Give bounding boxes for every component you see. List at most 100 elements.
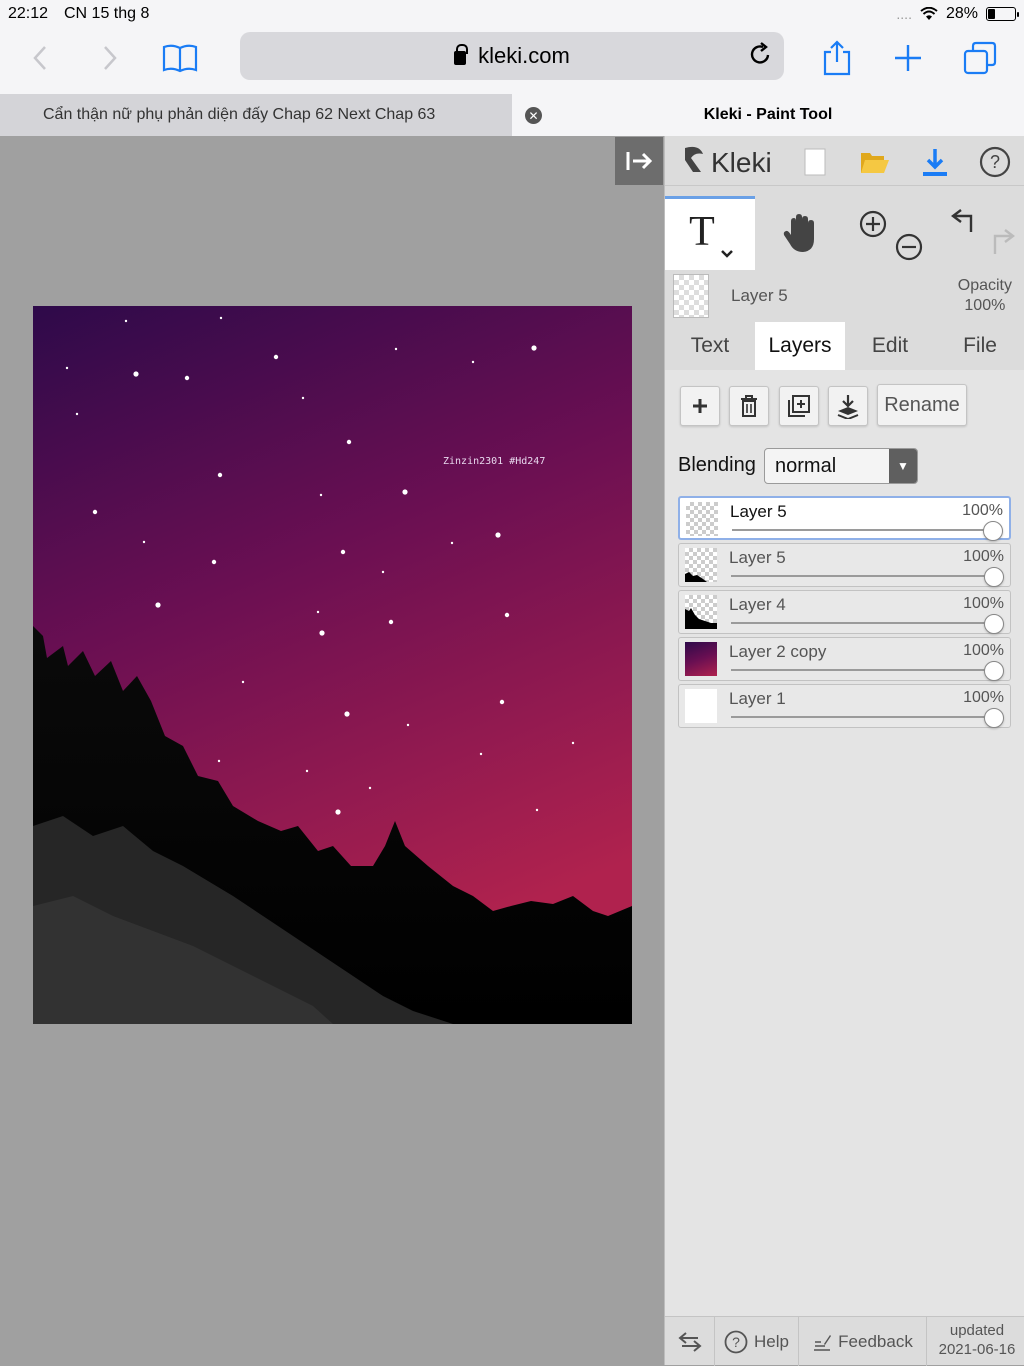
status-right: .... 28% (896, 5, 1019, 23)
new-image-button[interactable] (795, 142, 835, 182)
blending-select[interactable]: normal ▼ (764, 448, 918, 484)
layer-row[interactable]: Layer 2 copy 100% (678, 637, 1011, 681)
star (368, 786, 372, 790)
tab-title: Cẩn thận nữ phụ phản diện đấy Chap 62 Ne… (43, 106, 436, 123)
layer-name: Layer 2 copy (729, 642, 827, 661)
opacity-slider-track[interactable] (731, 669, 994, 671)
feedback-link[interactable]: Feedback (799, 1317, 927, 1366)
new-tab-button[interactable] (886, 36, 930, 80)
tab-file[interactable]: File (935, 322, 1024, 370)
tabs-overview-button[interactable] (958, 36, 1002, 80)
star (471, 360, 475, 364)
swap-icon (677, 1331, 702, 1352)
share-button[interactable] (815, 36, 859, 80)
layer-row[interactable]: Layer 5 100% (678, 543, 1011, 587)
updated-label: updated (949, 1322, 1005, 1339)
forward-button[interactable] (90, 38, 130, 78)
book-icon (162, 44, 198, 73)
layer-thumbnail (685, 689, 717, 723)
opacity-slider-track[interactable] (731, 575, 994, 577)
opacity-slider-track[interactable] (731, 622, 994, 624)
tab-edit[interactable]: Edit (845, 322, 935, 370)
bookmarks-button[interactable] (158, 36, 202, 80)
layer-thumbnail (685, 595, 717, 629)
text-tool-button[interactable]: T (665, 196, 755, 270)
delete-layer-button[interactable] (729, 386, 769, 426)
layer-row[interactable]: Layer 4 100% (678, 590, 1011, 634)
download-icon (923, 149, 947, 176)
star (155, 602, 161, 608)
swap-side-button[interactable] (665, 1317, 715, 1366)
opacity-slider-handle[interactable] (984, 614, 1004, 634)
current-layer-preview (673, 274, 709, 318)
zoom-in-icon[interactable] (849, 202, 925, 264)
star (450, 541, 454, 545)
undo-icon[interactable] (939, 202, 1019, 264)
help-link[interactable]: ? Help (715, 1317, 799, 1366)
tool-row: T (665, 196, 1024, 270)
artwork: Zinzin2301 #Hd247 (33, 306, 632, 1024)
battery-icon (986, 7, 1019, 21)
hand-tool-button[interactable] (761, 196, 841, 270)
reload-icon[interactable] (750, 42, 772, 73)
opacity-slider-handle[interactable] (983, 521, 1003, 541)
tabs-icon (963, 41, 997, 75)
lock-icon (454, 44, 469, 65)
opacity-slider-handle[interactable] (984, 708, 1004, 728)
browser-tab-strip: Cẩn thận nữ phụ phản diện đấy Chap 62 Ne… (0, 94, 1024, 136)
duplicate-layer-button[interactable] (779, 386, 819, 426)
wifi-icon (920, 7, 938, 20)
layer-row[interactable]: Layer 1 100% (678, 684, 1011, 728)
browser-tab-active[interactable]: Kleki - Paint Tool (512, 94, 1024, 136)
layer-opacity: 100% (963, 689, 1004, 706)
opacity-slider-track[interactable] (731, 716, 994, 718)
layers-panel: Rename Blending normal ▼ Layer 5 100% La… (665, 370, 1024, 1365)
download-button[interactable] (915, 142, 955, 182)
rename-layer-button[interactable]: Rename (877, 384, 967, 426)
canvas-area[interactable]: Zinzin2301 #Hd247 (0, 136, 664, 1365)
share-icon (823, 40, 851, 76)
opacity-slider-handle[interactable] (984, 661, 1004, 681)
updated-date: 2021-06-16 (938, 1341, 1016, 1358)
hand-tool-icon (783, 214, 814, 252)
opacity-slider-handle[interactable] (984, 567, 1004, 587)
tab-layers[interactable]: Layers (755, 322, 845, 370)
battery-fill (988, 9, 995, 19)
add-layer-button[interactable] (680, 386, 720, 426)
address-bar[interactable]: kleki.com (240, 32, 784, 80)
star (340, 549, 346, 555)
star (305, 769, 309, 773)
star (75, 412, 79, 416)
tab-text[interactable]: Text (665, 322, 755, 370)
plus-icon (693, 399, 707, 413)
updated-info: updated 2021-06-16 (929, 1321, 1024, 1359)
layer-opacity: 100% (962, 502, 1003, 519)
opacity-slider-track[interactable] (732, 529, 993, 531)
signal-icon: .... (896, 6, 912, 22)
kleki-logo[interactable]: Kleki (681, 144, 772, 182)
merge-down-button[interactable] (828, 386, 868, 426)
undo-redo-buttons (937, 196, 1021, 270)
help-button[interactable]: ? (975, 142, 1015, 182)
chevron-right-icon (104, 46, 117, 70)
star (219, 316, 223, 320)
text-tool-icon: T (689, 209, 733, 258)
opacity-label: Opacity (957, 277, 1012, 294)
back-button[interactable] (20, 38, 60, 78)
star (217, 759, 221, 763)
browser-toolbar: kleki.com (0, 28, 1024, 94)
collapse-panel-button[interactable] (615, 137, 663, 185)
feedback-label: Feedback (838, 1331, 913, 1351)
star (531, 345, 537, 351)
open-button[interactable] (855, 142, 895, 182)
drawing-canvas[interactable]: Zinzin2301 #Hd247 (33, 306, 632, 1024)
logo-text: Kleki (711, 147, 772, 178)
star (346, 439, 352, 445)
star (495, 532, 501, 538)
browser-tab-inactive[interactable]: Cẩn thận nữ phụ phản diện đấy Chap 62 Ne… (0, 94, 512, 136)
chevron-left-icon (33, 46, 46, 70)
layer-row[interactable]: Layer 5 100% (678, 496, 1011, 541)
star (479, 752, 483, 756)
kleki-mark-icon (681, 144, 709, 182)
star (388, 619, 394, 625)
